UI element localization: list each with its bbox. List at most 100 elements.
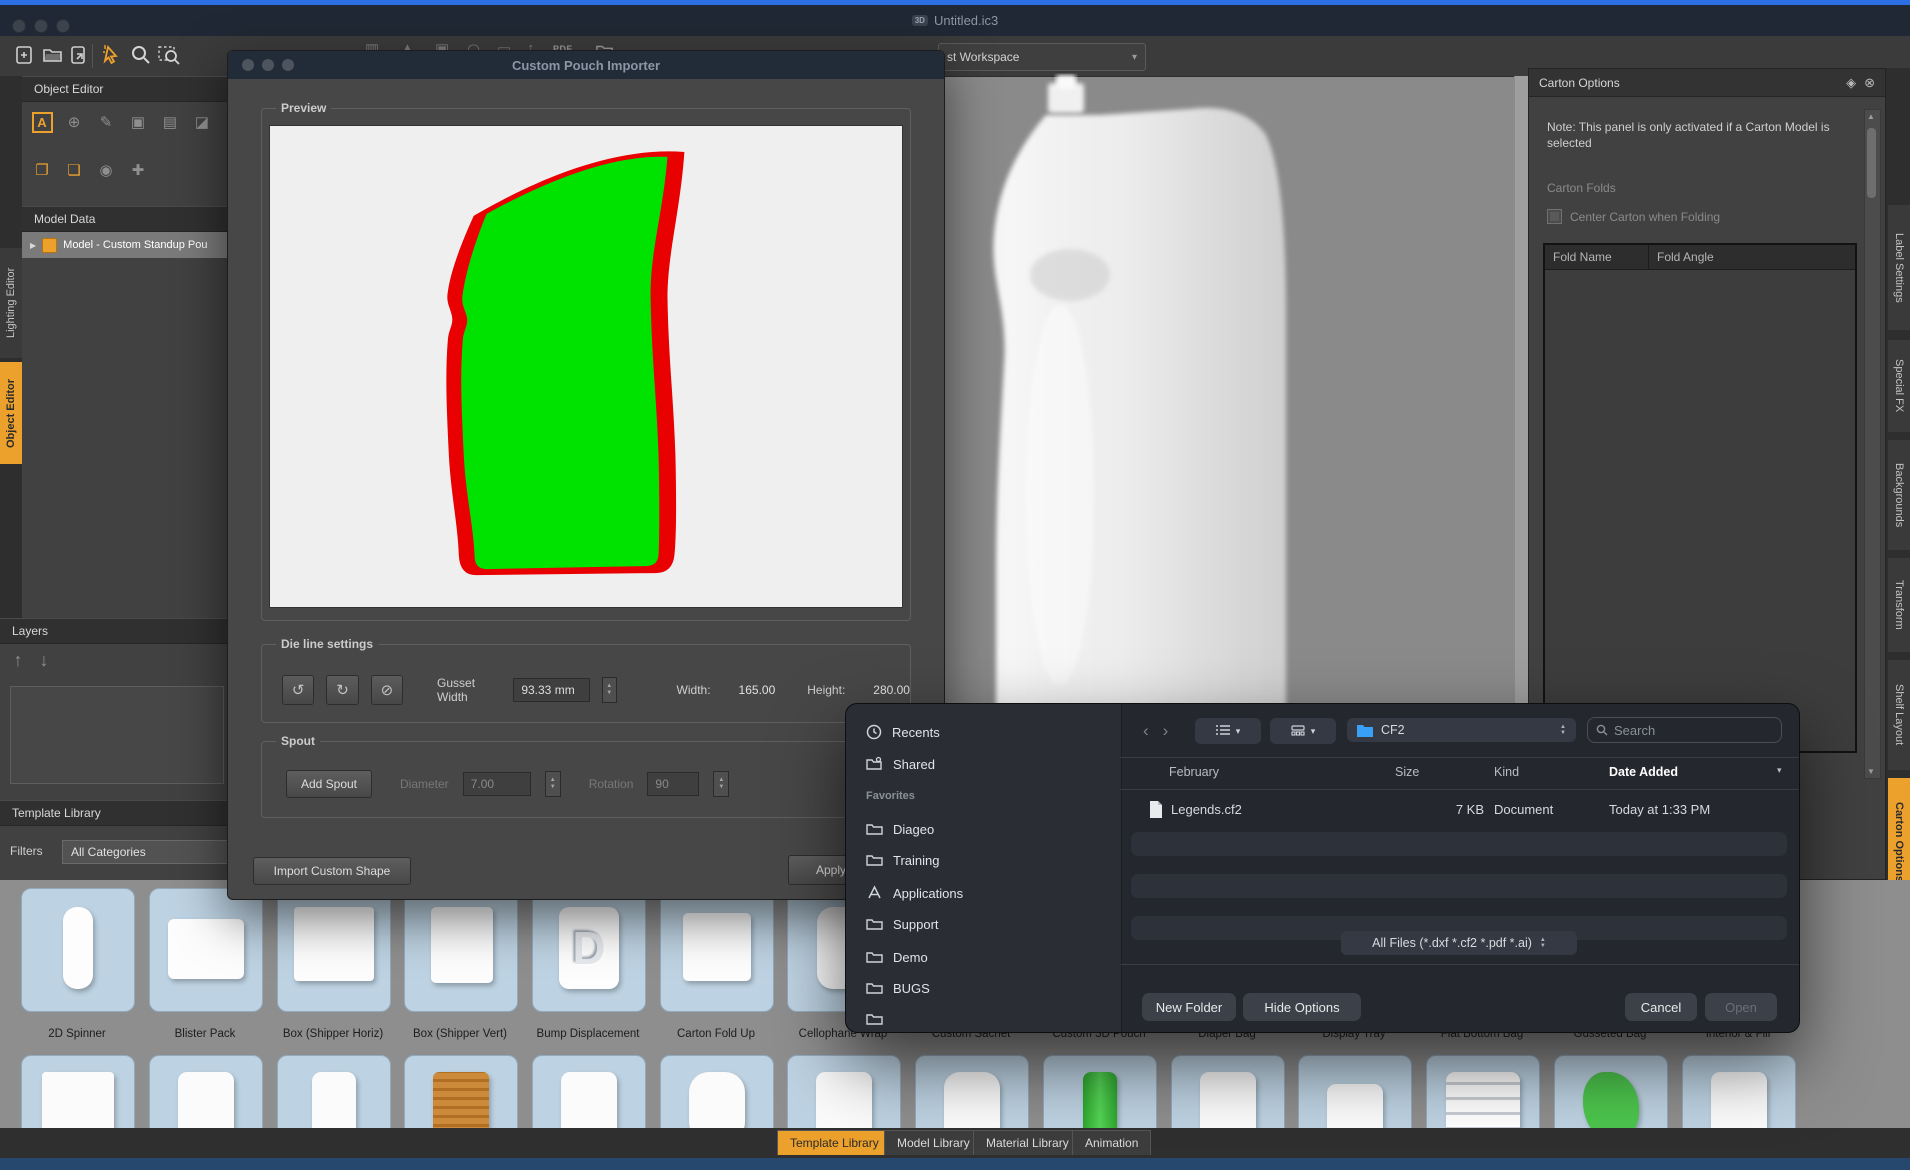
- scrollbar-down-arrow-icon[interactable]: ▼: [1867, 767, 1875, 776]
- new-folder-button[interactable]: New Folder: [1142, 993, 1236, 1021]
- tab-transform[interactable]: Transform: [1888, 558, 1910, 652]
- sidebar-item-support[interactable]: Support: [866, 909, 939, 939]
- layer-move-up-icon[interactable]: ↑: [6, 648, 30, 672]
- gusset-width-stepper[interactable]: ▲▼: [602, 677, 617, 703]
- sidebar-item-demo[interactable]: Demo: [866, 942, 928, 972]
- sort-chevron-icon[interactable]: ▾: [1777, 765, 1782, 776]
- template-item[interactable]: [149, 1055, 263, 1128]
- new-document-icon[interactable]: [12, 42, 38, 68]
- zoom-region-icon[interactable]: [156, 42, 182, 68]
- rotate-cw-button[interactable]: ↻: [326, 675, 358, 705]
- visibility-eye-icon[interactable]: ◉: [94, 158, 118, 182]
- search-field[interactable]: Search: [1587, 717, 1782, 743]
- template-item[interactable]: [277, 888, 391, 1012]
- fold-table[interactable]: Fold Name Fold Angle: [1543, 243, 1857, 753]
- template-item[interactable]: [21, 888, 135, 1012]
- sidebar-item-clipped[interactable]: [866, 1004, 883, 1032]
- layer-move-down-icon[interactable]: ↓: [32, 648, 56, 672]
- template-item[interactable]: [532, 1055, 646, 1128]
- template-item[interactable]: [277, 1055, 391, 1128]
- template-item[interactable]: [1298, 1055, 1412, 1128]
- import-file-icon[interactable]: [66, 42, 92, 68]
- template-item[interactable]: D: [532, 888, 646, 1012]
- edit-pencil-icon[interactable]: ✎: [94, 110, 118, 134]
- dialog-window-controls[interactable]: [242, 59, 294, 71]
- tab-label-settings[interactable]: Label Settings: [1888, 205, 1910, 330]
- fold-angle-column-header[interactable]: Fold Angle: [1649, 245, 1855, 269]
- dock-panel-icon[interactable]: ◈: [1846, 75, 1856, 91]
- template-item[interactable]: [660, 1055, 774, 1128]
- template-item[interactable]: [1554, 1055, 1668, 1128]
- template-item[interactable]: [1043, 1055, 1157, 1128]
- column-date-added-header[interactable]: Date Added: [1609, 765, 1678, 779]
- pin-add-icon[interactable]: ✚: [126, 158, 150, 182]
- location-dropdown[interactable]: CF2 ▲▼: [1347, 718, 1576, 742]
- rotation-stepper[interactable]: ▲▼: [713, 771, 729, 797]
- window-controls[interactable]: [12, 19, 70, 33]
- diameter-stepper[interactable]: ▲▼: [545, 771, 561, 797]
- template-item[interactable]: [660, 888, 774, 1012]
- paint-fill-icon[interactable]: ◪: [190, 110, 214, 134]
- diameter-input[interactable]: 7.00: [463, 772, 531, 796]
- hide-options-button[interactable]: Hide Options: [1243, 993, 1361, 1021]
- dialog-minimize-button[interactable]: [262, 59, 274, 71]
- sidebar-item-applications[interactable]: Applications: [866, 878, 963, 908]
- center-carton-checkbox[interactable]: [1547, 209, 1562, 224]
- column-group-header[interactable]: February: [1169, 765, 1219, 779]
- forward-icon[interactable]: ›: [1163, 721, 1169, 741]
- rotation-input[interactable]: 90: [647, 772, 699, 796]
- table-rows-icon[interactable]: ▤: [158, 110, 182, 134]
- dialog-zoom-button[interactable]: [282, 59, 294, 71]
- fold-name-column-header[interactable]: Fold Name: [1545, 245, 1649, 269]
- open-folder-icon[interactable]: [40, 42, 66, 68]
- gusset-width-input[interactable]: 93.33 mm: [513, 678, 590, 702]
- mirror-shape-button[interactable]: ⊘: [371, 675, 403, 705]
- template-item[interactable]: [21, 1055, 135, 1128]
- disclosure-triangle-icon[interactable]: ▶: [30, 241, 36, 250]
- rotate-ccw-button[interactable]: ↺: [282, 675, 314, 705]
- sidebar-item-diageo[interactable]: Diageo: [866, 814, 934, 844]
- template-item[interactable]: [404, 888, 518, 1012]
- filters-dropdown[interactable]: All Categories: [62, 840, 228, 864]
- back-icon[interactable]: ‹: [1143, 721, 1149, 741]
- minimize-window-button[interactable]: [34, 19, 48, 33]
- open-button[interactable]: Open: [1705, 993, 1777, 1021]
- list-view-button[interactable]: ▾: [1195, 718, 1261, 744]
- filetype-dropdown[interactable]: All Files (*.dxf *.cf2 *.pdf *.ai) ▲▼: [1341, 931, 1577, 955]
- tab-model-library[interactable]: Model Library: [884, 1130, 983, 1155]
- close-panel-icon[interactable]: ⊗: [1864, 75, 1875, 91]
- close-window-button[interactable]: [12, 19, 26, 33]
- tab-lighting-editor[interactable]: Lighting Editor: [0, 248, 22, 358]
- template-item[interactable]: [404, 1055, 518, 1128]
- center-carton-checkbox-row[interactable]: Center Carton when Folding: [1547, 209, 1720, 224]
- panel-scrollbar-thumb[interactable]: [1867, 128, 1876, 198]
- duplicate-icon[interactable]: ❏: [62, 158, 86, 182]
- tab-template-library[interactable]: Template Library: [777, 1130, 892, 1155]
- cancel-button[interactable]: Cancel: [1625, 993, 1697, 1021]
- template-item[interactable]: [787, 1055, 901, 1128]
- column-size-header[interactable]: Size: [1395, 765, 1419, 779]
- search-icon[interactable]: [128, 42, 154, 68]
- duplicate-add-icon[interactable]: ❐: [30, 158, 54, 182]
- model-tree-item[interactable]: ▶ Model - Custom Standup Pou: [22, 232, 230, 258]
- dieline-preview-canvas[interactable]: [269, 125, 903, 608]
- tab-object-editor[interactable]: Object Editor: [0, 362, 22, 464]
- add-spout-button[interactable]: Add Spout: [286, 770, 372, 798]
- sidebar-item-bugs[interactable]: BUGS: [866, 973, 930, 1003]
- tab-animation[interactable]: Animation: [1072, 1130, 1151, 1155]
- layers-list[interactable]: [10, 686, 224, 784]
- workspace-dropdown[interactable]: st Workspace ▾: [938, 43, 1146, 71]
- add-tag-icon[interactable]: ⊕: [62, 110, 86, 134]
- file-row[interactable]: Legends.cf2 7 KB Document Today at 1:33 …: [1121, 793, 1799, 827]
- template-item[interactable]: [1682, 1055, 1796, 1128]
- tab-material-library[interactable]: Material Library: [973, 1130, 1082, 1155]
- template-item[interactable]: [1426, 1055, 1540, 1128]
- template-item[interactable]: [149, 888, 263, 1012]
- column-kind-header[interactable]: Kind: [1494, 765, 1519, 779]
- template-item[interactable]: [1171, 1055, 1285, 1128]
- sidebar-item-shared[interactable]: Shared: [866, 749, 935, 779]
- select-pointer-icon[interactable]: [98, 42, 124, 68]
- dialog-close-button[interactable]: [242, 59, 254, 71]
- zoom-window-button[interactable]: [56, 19, 70, 33]
- tab-special-fx[interactable]: Special FX: [1888, 340, 1910, 432]
